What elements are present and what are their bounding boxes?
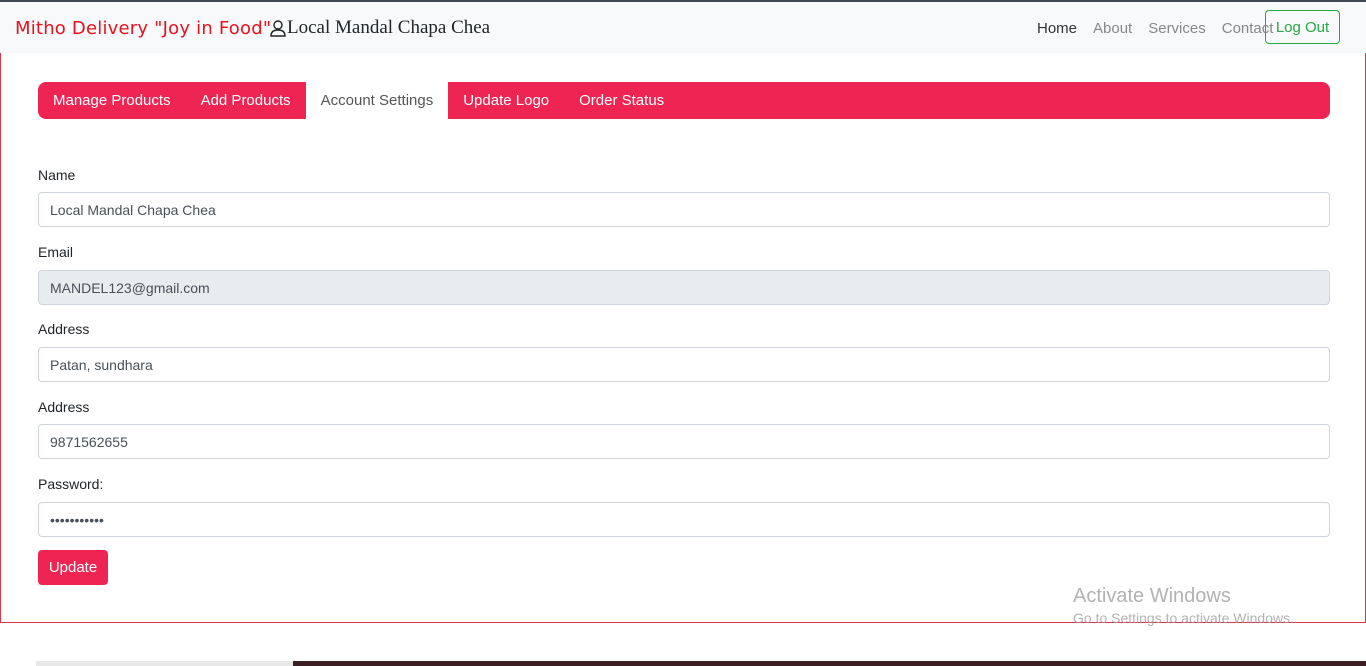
address-label: Address bbox=[38, 321, 90, 337]
email-label: Email bbox=[38, 244, 74, 260]
name-field[interactable]: Local Mandal Chapa Chea bbox=[38, 192, 1330, 227]
navbar: Mitho Delivery "Joy in Food" Local Manda… bbox=[0, 2, 1366, 53]
activate-windows-watermark: Activate Windows Go to Settings to activ… bbox=[1073, 585, 1294, 626]
brand-logo[interactable]: Mitho Delivery "Joy in Food" bbox=[15, 18, 271, 39]
password-field[interactable]: ••••••••••• bbox=[38, 502, 1330, 537]
name-label: Name bbox=[38, 167, 76, 183]
tab-bar: Manage Products Add Products Account Set… bbox=[38, 82, 1330, 119]
nav-about[interactable]: About bbox=[1093, 20, 1132, 37]
user-icon bbox=[270, 19, 286, 37]
bottom-strip-segment bbox=[36, 661, 293, 666]
update-button[interactable]: Update bbox=[38, 550, 108, 585]
password-label: Password: bbox=[38, 476, 104, 492]
watermark-subtitle: Go to Settings to activate Windows. bbox=[1073, 610, 1294, 626]
tab-order-status[interactable]: Order Status bbox=[564, 82, 679, 119]
phone-field[interactable]: 9871562655 bbox=[38, 424, 1330, 459]
shop-name: Local Mandal Chapa Chea bbox=[270, 17, 490, 39]
address-field[interactable]: Patan, sundhara bbox=[38, 347, 1330, 382]
tab-add-products[interactable]: Add Products bbox=[186, 82, 306, 119]
watermark-title: Activate Windows bbox=[1073, 585, 1231, 607]
email-field: MANDEL123@gmail.com bbox=[38, 270, 1330, 305]
shop-name-text: Local Mandal Chapa Chea bbox=[287, 17, 491, 38]
tab-update-logo[interactable]: Update Logo bbox=[448, 82, 564, 119]
settings-card: Manage Products Add Products Account Set… bbox=[0, 53, 1366, 623]
nav-home[interactable]: Home bbox=[1037, 20, 1077, 37]
tab-account-settings[interactable]: Account Settings bbox=[305, 82, 449, 119]
tab-manage-products[interactable]: Manage Products bbox=[38, 82, 186, 119]
logout-button[interactable]: Log Out bbox=[1265, 10, 1340, 44]
nav-services[interactable]: Services bbox=[1148, 20, 1206, 37]
nav-links: Home About Services Contact bbox=[1037, 20, 1289, 37]
bottom-strip bbox=[36, 661, 1366, 666]
phone-label: Address bbox=[38, 399, 90, 415]
